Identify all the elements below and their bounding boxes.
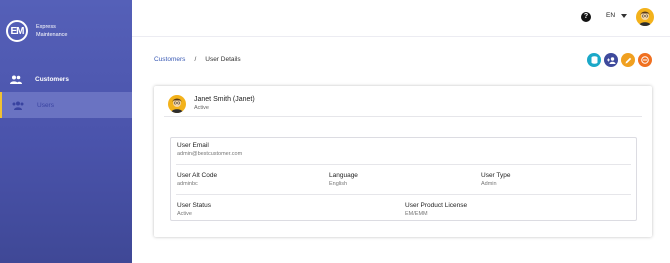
email-value: admin@bestcustomer.com: [177, 151, 243, 157]
user-status-value: Active: [177, 211, 192, 217]
brand-name-line2: Maintenance: [36, 32, 68, 38]
breadcrumb-current: User Details: [205, 56, 241, 63]
user-status-label: User Status: [177, 202, 211, 209]
user-avatar[interactable]: [636, 8, 654, 26]
sidebar-item-users[interactable]: Users: [0, 92, 132, 118]
brand-name-line1: Express: [36, 24, 56, 30]
brand-text: Express Maintenance: [36, 23, 68, 39]
product-license-label: User Product License: [405, 202, 468, 209]
database-icon: [591, 51, 598, 69]
people-icon: [10, 74, 22, 84]
remove-icon: [641, 51, 649, 69]
caret-down-icon: [621, 13, 628, 18]
add-user-icon: [606, 51, 616, 69]
app: EM Express Maintenance Customers Users ?…: [0, 0, 670, 263]
user-details-card: Janet Smith (Janet) Active User Email ad…: [154, 86, 652, 237]
user-type-value: Admin: [481, 181, 497, 187]
brand[interactable]: EM Express Maintenance: [6, 20, 68, 42]
divider: [176, 194, 631, 195]
add-user-button[interactable]: [604, 53, 618, 67]
breadcrumb: Customers / User Details: [154, 56, 241, 63]
sidebar-item-label: Customers: [35, 75, 69, 83]
database-button[interactable]: [587, 53, 601, 67]
sidebar-item-customers[interactable]: Customers: [0, 66, 132, 92]
remove-button[interactable]: [638, 53, 652, 67]
user-avatar: [168, 95, 186, 113]
user-type-label: User Type: [481, 172, 511, 179]
breadcrumb-customers-link[interactable]: Customers: [154, 56, 185, 63]
details-panel: User Email admin@bestcustomer.com User A…: [170, 137, 637, 221]
logo: EM: [6, 20, 28, 42]
language-label: EN: [606, 12, 616, 19]
divider: [176, 164, 631, 165]
divider: [164, 116, 642, 117]
edit-icon: [625, 51, 632, 69]
breadcrumb-separator: /: [194, 56, 197, 63]
language-value: English: [329, 181, 348, 187]
product-license-value: EM/EMM: [405, 211, 428, 217]
user-name: Janet Smith (Janet): [194, 96, 255, 103]
group-icon: [12, 100, 24, 110]
edit-button[interactable]: [621, 53, 635, 67]
sidebar-item-label: Users: [37, 101, 54, 109]
language-selector[interactable]: EN: [606, 12, 628, 19]
user-status: Active: [194, 105, 209, 111]
alt-code-label: User Alt Code: [177, 172, 218, 179]
help-icon[interactable]: ?: [581, 12, 591, 22]
email-label: User Email: [177, 142, 209, 149]
language-label: Language: [329, 172, 358, 179]
sidebar: EM Express Maintenance Customers Users: [0, 0, 132, 263]
alt-code-value: adminbc: [177, 181, 198, 187]
